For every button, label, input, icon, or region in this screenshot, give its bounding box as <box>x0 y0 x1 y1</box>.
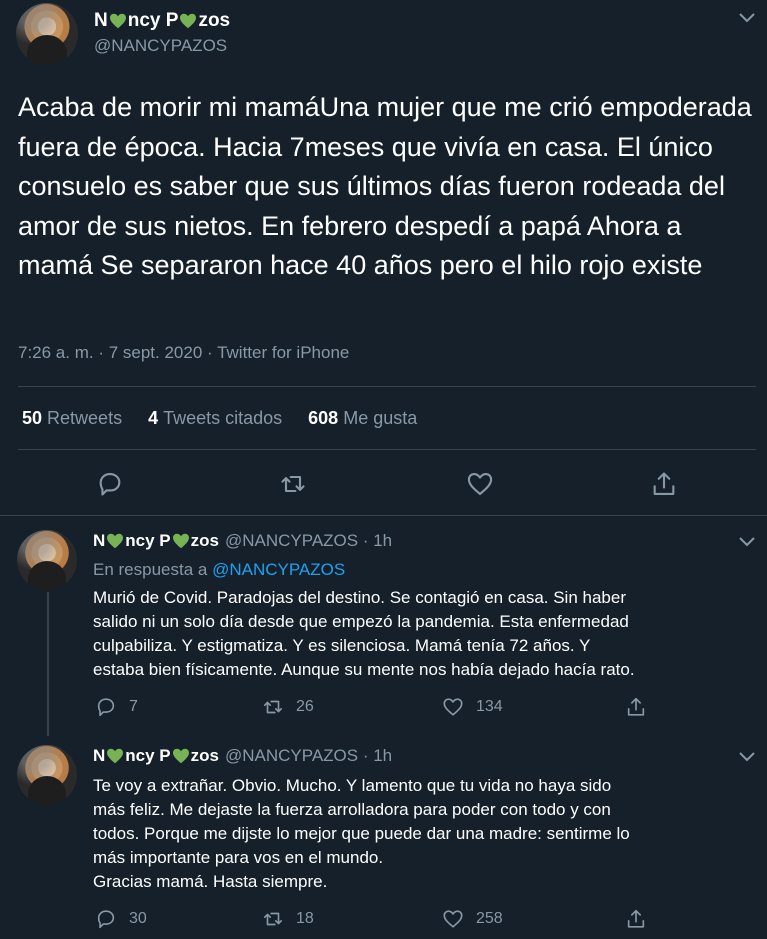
reply-button[interactable] <box>96 470 124 498</box>
name-part: ncy P <box>125 746 171 765</box>
chevron-down-icon[interactable] <box>738 751 756 763</box>
tweet-text-line: más feliz. Me dejaste la fuerza arrollad… <box>93 800 611 819</box>
share-icon <box>627 909 645 928</box>
name-part: ncy P <box>125 531 171 550</box>
reply-button[interactable]: 7 <box>95 696 138 718</box>
display-name[interactable]: N ncy P zos @NANCYPAZOS · 1h <box>93 531 392 551</box>
retweet-icon <box>263 700 283 714</box>
retweets-count: 50 <box>22 408 43 428</box>
retweet-icon <box>281 475 305 493</box>
chevron-down-icon[interactable] <box>738 536 756 548</box>
tweet-text: Murió de Covid. Paradojas del destino. S… <box>93 586 763 682</box>
retweet-icon <box>263 912 283 926</box>
share-button[interactable] <box>625 908 659 930</box>
share-button[interactable] <box>625 696 659 718</box>
reply-icon <box>97 698 115 717</box>
tweet-text: Te voy a extrañar. Obvio. Mucho. Y lamen… <box>93 774 763 894</box>
tweet-stats: 50 Retweets 4 Tweets citados 608 Me gusta <box>22 408 417 429</box>
reply-button[interactable]: 30 <box>95 908 147 930</box>
tweet-text-line: estaba bien físicamente. Aunque su mente… <box>93 660 635 679</box>
in-reply-handle-link[interactable]: @NANCYPAZOS <box>212 560 345 579</box>
reply-count: 7 <box>129 698 138 715</box>
green-heart-icon <box>172 748 189 764</box>
chevron-down-icon[interactable] <box>738 12 756 24</box>
avatar[interactable] <box>17 530 77 590</box>
share-icon <box>627 697 645 716</box>
green-heart-icon <box>172 533 189 549</box>
name-part: zos <box>198 10 231 31</box>
tweet-timestamp[interactable]: 7:26 a. m. · 7 sept. 2020 · Twitter for … <box>18 343 349 363</box>
quotes-stat[interactable]: 4 Tweets citados <box>148 408 282 429</box>
like-button[interactable]: 258 <box>442 908 503 930</box>
name-part: ncy P <box>127 10 179 31</box>
divider <box>18 386 756 387</box>
retweet-button[interactable] <box>279 470 307 498</box>
retweet-button[interactable]: 18 <box>262 908 314 930</box>
tweet-text-line: Murió de Covid. Paradojas del destino. S… <box>93 588 626 607</box>
display-name[interactable]: N ncy P zos <box>94 10 230 32</box>
tweet-text-line: salido ni un solo día desde que empezó l… <box>93 612 629 631</box>
name-part: N <box>93 746 106 765</box>
retweet-count: 26 <box>296 698 314 715</box>
like-count: 258 <box>476 910 503 927</box>
divider <box>0 515 767 516</box>
like-button[interactable]: 134 <box>442 696 503 718</box>
user-handle[interactable]: @NANCYPAZOS · 1h <box>225 746 392 766</box>
quotes-label: Tweets citados <box>163 408 283 428</box>
heart-icon <box>443 910 463 928</box>
divider <box>18 449 756 450</box>
display-name[interactable]: N ncy P zos @NANCYPAZOS · 1h <box>93 746 392 766</box>
avatar[interactable] <box>16 3 78 65</box>
retweet-button[interactable]: 26 <box>262 696 314 718</box>
like-count: 134 <box>476 698 503 715</box>
avatar[interactable] <box>17 745 77 805</box>
tweet-text-line: Te voy a extrañar. Obvio. Mucho. Y lamen… <box>93 776 612 795</box>
likes-count: 608 <box>308 408 339 428</box>
tweet-text: Acaba de morir mi mamáUna mujer que me c… <box>18 92 752 280</box>
user-handle[interactable]: @NANCYPAZOS · 1h <box>225 531 392 551</box>
green-heart-icon <box>107 533 124 549</box>
retweets-stat[interactable]: 50 Retweets <box>22 408 122 429</box>
share-icon <box>653 472 675 495</box>
heart-icon <box>467 473 493 495</box>
thread-line <box>47 592 49 736</box>
retweet-count: 18 <box>296 910 314 927</box>
retweets-label: Retweets <box>47 408 123 428</box>
name-part: zos <box>190 746 219 765</box>
share-button[interactable] <box>650 470 678 498</box>
tweet-text-line: Gracias mamá. Hasta siempre. <box>93 872 328 891</box>
tweet-text-line: todos. Porque me dijste lo mejor que pue… <box>93 824 630 843</box>
name-part: N <box>94 10 108 31</box>
in-reply-label: En respuesta a <box>93 560 208 579</box>
like-button[interactable] <box>466 470 494 498</box>
reply-icon <box>99 473 121 496</box>
name-part: zos <box>190 531 219 550</box>
tweet-text-line: más importante para vos en el mundo. <box>93 848 384 867</box>
name-part: N <box>93 531 106 550</box>
green-heart-icon <box>109 13 126 29</box>
quotes-count: 4 <box>148 408 159 428</box>
user-handle[interactable]: @NANCYPAZOS <box>94 36 227 56</box>
green-heart-icon <box>107 748 124 764</box>
in-reply-to: En respuesta a @NANCYPAZOS <box>93 560 345 580</box>
heart-icon <box>443 698 463 716</box>
main-tweet: N ncy P zos @NANCYPAZOS Acaba de morir m… <box>0 0 767 515</box>
green-heart-icon <box>180 13 197 29</box>
tweet-text-line: culpabiliza. Y estigmatiza. Y es silenci… <box>93 636 591 655</box>
reply-count: 30 <box>129 910 147 927</box>
likes-stat[interactable]: 608 Me gusta <box>308 408 417 429</box>
likes-label: Me gusta <box>343 408 418 428</box>
reply-icon <box>97 910 115 929</box>
